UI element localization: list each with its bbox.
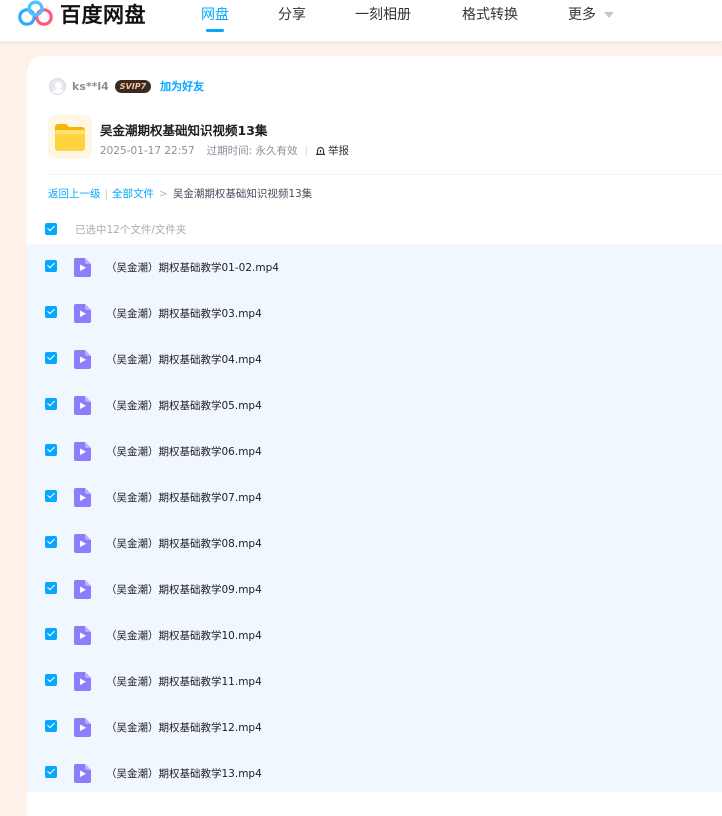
expiry-info: 过期时间: 永久有效 (206, 145, 298, 157)
file-row[interactable]: （吴金潮）期权基础教学07.mp4 (27, 474, 722, 520)
file-row[interactable]: （吴金潮）期权基础教学03.mp4 (27, 290, 722, 336)
file-checkbox[interactable] (45, 720, 57, 732)
file-name[interactable]: （吴金潮）期权基础教学01-02.mp4 (106, 260, 279, 275)
file-name[interactable]: （吴金潮）期权基础教学12.mp4 (106, 720, 262, 735)
select-all-row: 已选中12个文件/文件夹 (45, 220, 186, 238)
nav-moments-album[interactable]: 一刻相册 (355, 4, 411, 24)
file-name[interactable]: （吴金潮）期权基础教学03.mp4 (106, 306, 262, 321)
file-checkbox[interactable] (45, 490, 57, 502)
avatar[interactable] (49, 77, 66, 95)
file-name[interactable]: （吴金潮）期权基础教学06.mp4 (106, 444, 262, 459)
top-nav-bar: 百度网盘 网盘 分享 一刻相册 格式转换 更多 (0, 0, 722, 42)
select-all-checkbox[interactable] (45, 223, 57, 235)
video-file-icon (74, 488, 91, 507)
file-row[interactable]: （吴金潮）期权基础教学13.mp4 (27, 750, 722, 796)
active-tab-indicator (206, 29, 224, 32)
report-label: 举报 (328, 145, 350, 157)
breadcrumb-divider: | (104, 187, 109, 200)
file-checkbox[interactable] (45, 674, 57, 686)
breadcrumb: 返回上一级 | 全部文件 > 吴金潮期权基础知识视频13集 (48, 186, 312, 201)
file-name[interactable]: （吴金潮）期权基础教学08.mp4 (106, 536, 262, 551)
file-row[interactable]: （吴金潮）期权基础教学08.mp4 (27, 520, 722, 566)
selection-count: 已选中12个文件/文件夹 (75, 223, 187, 236)
video-file-icon (74, 580, 91, 599)
chevron-down-icon (604, 12, 614, 18)
breadcrumb-current: 吴金潮期权基础知识视频13集 (172, 188, 313, 200)
breadcrumb-chevron: > (159, 187, 168, 200)
video-file-icon (74, 672, 91, 691)
file-checkbox[interactable] (45, 628, 57, 640)
share-meta: 2025-01-17 22:57 过期时间: 永久有效 | 举报 (100, 143, 349, 158)
file-name[interactable]: （吴金潮）期权基础教学09.mp4 (106, 582, 262, 597)
file-name[interactable]: （吴金潮）期权基础教学10.mp4 (106, 628, 262, 643)
vip-badge: SVIP7 (114, 79, 152, 93)
breadcrumb-all-files[interactable]: 全部文件 (112, 186, 154, 201)
file-name[interactable]: （吴金潮）期权基础教学11.mp4 (106, 674, 262, 689)
video-file-icon (74, 350, 91, 369)
video-file-icon (74, 304, 91, 323)
share-title: 吴金潮期权基础知识视频13集 (100, 123, 268, 138)
file-row[interactable]: （吴金潮）期权基础教学05.mp4 (27, 382, 722, 428)
file-name[interactable]: （吴金潮）期权基础教学07.mp4 (106, 490, 262, 505)
alarm-report-icon (316, 146, 326, 155)
username[interactable]: ks**l4 (72, 80, 109, 93)
file-checkbox[interactable] (45, 582, 57, 594)
video-file-icon (74, 442, 91, 461)
file-row[interactable]: （吴金潮）期权基础教学12.mp4 (27, 704, 722, 750)
report-button[interactable]: 举报 (315, 143, 349, 158)
meta-separator: | (304, 144, 309, 157)
file-checkbox[interactable] (45, 536, 57, 548)
divider (47, 174, 722, 175)
file-checkbox[interactable] (45, 766, 57, 778)
file-checkbox[interactable] (45, 306, 57, 318)
file-row[interactable]: （吴金潮）期权基础教学06.mp4 (27, 428, 722, 474)
file-row[interactable]: （吴金潮）期权基础教学04.mp4 (27, 336, 722, 382)
baidu-netdisk-logo-icon (18, 0, 53, 26)
sharer-info: ks**l4 SVIP7 加为好友 (49, 76, 204, 96)
file-name[interactable]: （吴金潮）期权基础教学05.mp4 (106, 398, 262, 413)
nav-more[interactable]: 更多 (568, 4, 614, 24)
file-row[interactable]: （吴金潮）期权基础教学10.mp4 (27, 612, 722, 658)
breadcrumb-back[interactable]: 返回上一级 (48, 186, 101, 201)
nav-share[interactable]: 分享 (278, 4, 306, 24)
nav-format-convert[interactable]: 格式转换 (462, 4, 518, 24)
file-checkbox[interactable] (45, 260, 57, 272)
file-row[interactable]: （吴金潮）期权基础教学01-02.mp4 (27, 244, 722, 290)
file-checkbox[interactable] (45, 444, 57, 456)
video-file-icon (74, 764, 91, 783)
video-file-icon (74, 534, 91, 553)
file-row[interactable]: （吴金潮）期权基础教学11.mp4 (27, 658, 722, 704)
file-name[interactable]: （吴金潮）期权基础教学04.mp4 (106, 352, 262, 367)
file-list: （吴金潮）期权基础教学01-02.mp4 （吴金潮）期权基础教学03.mp4 （吴金… (27, 244, 722, 792)
nav-netdisk[interactable]: 网盘 (201, 4, 229, 24)
add-friend-link[interactable]: 加为好友 (160, 78, 204, 94)
video-file-icon (74, 718, 91, 737)
nav-more-label: 更多 (568, 7, 596, 23)
video-file-icon (74, 396, 91, 415)
logo-text: 百度网盘 (60, 3, 146, 27)
file-checkbox[interactable] (45, 352, 57, 364)
folder-icon (48, 115, 92, 159)
video-file-icon (74, 258, 91, 277)
file-name[interactable]: （吴金潮）期权基础教学13.mp4 (106, 766, 262, 781)
video-file-icon (74, 626, 91, 645)
logo[interactable]: 百度网盘 (18, 0, 146, 28)
file-row[interactable]: （吴金潮）期权基础教学09.mp4 (27, 566, 722, 612)
file-checkbox[interactable] (45, 398, 57, 410)
share-date: 2025-01-17 22:57 (100, 144, 195, 157)
